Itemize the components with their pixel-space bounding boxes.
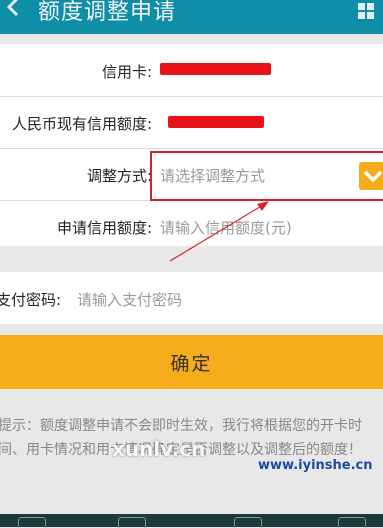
- annotation-arrow: [169, 201, 269, 262]
- credit-card-label: 信用卡:: [101, 63, 152, 81]
- pay-password-input[interactable]: 请输入支付密码: [77, 289, 182, 310]
- rmb-limit-label: 人民币现有信用额度:: [11, 115, 152, 133]
- watermark-logo-right: www.iyinshe.cn: [258, 458, 373, 473]
- password-section: 支付密码: 请输入支付密码: [0, 272, 383, 324]
- card-icon[interactable]: [118, 517, 146, 528]
- grid-icon[interactable]: [357, 2, 375, 20]
- home-icon[interactable]: [18, 517, 46, 528]
- user-icon[interactable]: [338, 517, 366, 528]
- redacted-card-number: [160, 63, 271, 75]
- row-credit-card: 信用卡:: [0, 44, 383, 97]
- page-title: 额度调整申请: [38, 0, 177, 25]
- apply-limit-label: 申请信用额度:: [56, 219, 152, 237]
- adjust-method-label: 调整方式:: [86, 167, 152, 185]
- redacted-limit-value: [168, 116, 264, 128]
- chevron-down-icon[interactable]: [359, 162, 383, 190]
- row-rmb-limit: 人民币现有信用额度:: [0, 96, 383, 149]
- bottom-nav-bar: [0, 514, 383, 528]
- wallet-icon[interactable]: [234, 517, 262, 528]
- confirm-button[interactable]: 确定: [0, 335, 383, 389]
- header-bar: 额度调整申请: [0, 0, 383, 34]
- watermark-logo-left: xunlv.cn: [112, 437, 206, 461]
- pay-password-label: 支付密码:: [0, 291, 62, 309]
- highlight-box: [150, 151, 383, 201]
- chevron-left-icon[interactable]: [2, 0, 24, 18]
